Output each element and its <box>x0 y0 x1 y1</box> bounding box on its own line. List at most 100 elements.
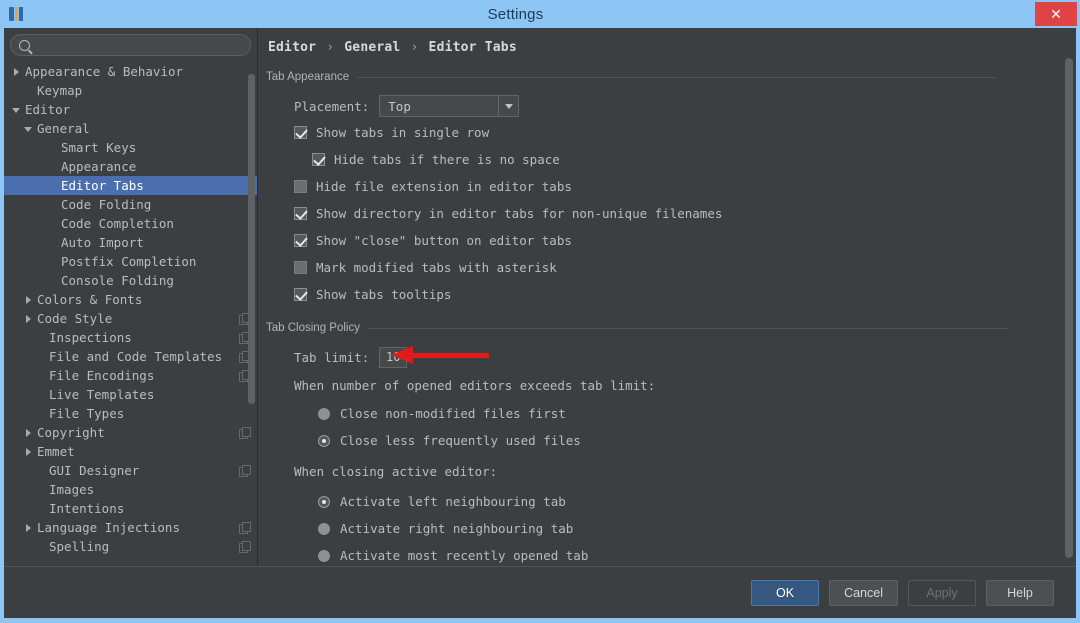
section-title-tab-closing-policy: Tab Closing Policy <box>266 322 360 334</box>
sidebar-item-live-templates[interactable]: Live Templates <box>4 385 257 404</box>
sidebar-item-appearance[interactable]: Appearance <box>4 157 257 176</box>
tab-limit-input[interactable]: 10 <box>379 346 408 368</box>
closing-radio-group: Activate left neighbouring tab Activate r… <box>266 488 1058 566</box>
sidebar-item-file-encodings[interactable]: File Encodings <box>4 366 257 385</box>
sidebar-item-console-folding[interactable]: Console Folding <box>4 271 257 290</box>
checkbox-row[interactable]: Hide tabs if there is no space <box>266 146 1058 173</box>
sidebar-item-spelling[interactable]: Spelling <box>4 537 257 556</box>
checkbox-checked-icon[interactable] <box>294 207 307 220</box>
sidebar-item-keymap[interactable]: Keymap <box>4 81 257 100</box>
cancel-button[interactable]: Cancel <box>829 579 898 606</box>
copy-icon <box>239 522 251 534</box>
sidebar-item-language-injections[interactable]: Language Injections <box>4 518 257 537</box>
closing-label-row: When closing active editor: <box>266 454 1058 488</box>
sidebar-item-inspections[interactable]: Inspections <box>4 328 257 347</box>
exceeds-radio-group: Close non-modified files first Close less… <box>266 400 1058 454</box>
sidebar-scrollbar[interactable] <box>248 74 255 404</box>
sidebar-item-auto-import[interactable]: Auto Import <box>4 233 257 252</box>
checkbox-checked-icon[interactable] <box>312 153 325 166</box>
sidebar-item-editor[interactable]: Editor <box>4 100 257 119</box>
sidebar-item-file-types[interactable]: File Types <box>4 404 257 423</box>
sidebar-item-copyright[interactable]: Copyright <box>4 423 257 442</box>
sidebar-item-code-style[interactable]: Code Style <box>4 309 257 328</box>
sidebar-item-label: File Encodings <box>49 368 155 383</box>
copy-icon <box>239 541 251 553</box>
checkbox-row[interactable]: Mark modified tabs with asterisk <box>266 254 1058 281</box>
sidebar-item-colors-fonts[interactable]: Colors & Fonts <box>4 290 257 309</box>
radio-row[interactable]: Close non-modified files first <box>266 400 1058 427</box>
checkbox-row[interactable]: Show tabs tooltips <box>266 281 1058 308</box>
sidebar-item-label: Code Completion <box>61 216 174 231</box>
chevron-right-icon[interactable] <box>24 447 34 457</box>
checkbox-unchecked-icon[interactable] <box>294 261 307 274</box>
checkbox-unchecked-icon[interactable] <box>294 180 307 193</box>
breadcrumb-part-editor[interactable]: Editor <box>268 40 316 55</box>
chevron-right-icon[interactable] <box>24 523 34 533</box>
radio-unselected-icon[interactable] <box>318 407 330 420</box>
radio-label: Activate left neighbouring tab <box>340 494 566 509</box>
checkbox-label: Show tabs in single row <box>316 125 490 140</box>
sidebar-item-file-and-code-templates[interactable]: File and Code Templates <box>4 347 257 366</box>
sidebar-item-code-completion[interactable]: Code Completion <box>4 214 257 233</box>
content-scrollbar[interactable] <box>1065 58 1073 558</box>
checkbox-label: Hide tabs if there is no space <box>334 152 560 167</box>
breadcrumb-part-general[interactable]: General <box>344 40 400 55</box>
help-button[interactable]: Help <box>986 579 1054 606</box>
radio-selected-icon[interactable] <box>318 495 330 508</box>
radio-selected-icon[interactable] <box>318 434 330 447</box>
sidebar-item-appearance-behavior[interactable]: Appearance & Behavior <box>4 62 257 81</box>
ok-button[interactable]: OK <box>751 579 820 606</box>
radio-row[interactable]: Activate left neighbouring tab <box>266 488 1058 515</box>
intellij-logo-icon <box>6 4 26 24</box>
sidebar-item-intentions[interactable]: Intentions <box>4 499 257 518</box>
search-box[interactable] <box>10 34 251 56</box>
sidebar-item-general[interactable]: General <box>4 119 257 138</box>
checkbox-row[interactable]: Show directory in editor tabs for non-un… <box>266 200 1058 227</box>
radio-row[interactable]: Activate most recently opened tab <box>266 542 1058 566</box>
radio-row[interactable]: Activate right neighbouring tab <box>266 515 1058 542</box>
sidebar-item-label: Editor <box>25 102 71 117</box>
checkbox-row[interactable]: Show "close" button on editor tabs <box>266 227 1058 254</box>
tab-appearance-checkboxes: Show tabs in single row Hide tabs if ther… <box>266 119 1058 308</box>
sidebar-item-emmet[interactable]: Emmet <box>4 442 257 461</box>
checkbox-checked-icon[interactable] <box>294 288 307 301</box>
copy-icon <box>239 427 251 439</box>
radio-row[interactable]: Close less frequently used files <box>266 427 1058 454</box>
chevron-right-icon[interactable] <box>24 295 34 305</box>
chevron-down-icon[interactable] <box>24 124 34 134</box>
window-title: Settings <box>487 5 544 23</box>
chevron-down-icon[interactable] <box>12 105 22 115</box>
sidebar-item-smart-keys[interactable]: Smart Keys <box>4 138 257 157</box>
sidebar-item-label: Appearance & Behavior <box>25 64 184 79</box>
checkbox-checked-icon[interactable] <box>294 126 307 139</box>
radio-label: Close less frequently used files <box>340 433 581 448</box>
checkbox-checked-icon[interactable] <box>294 234 307 247</box>
sidebar-item-images[interactable]: Images <box>4 480 257 499</box>
checkbox-row[interactable]: Show tabs in single row <box>266 119 1058 146</box>
checkbox-row[interactable]: Hide file extension in editor tabs <box>266 173 1058 200</box>
sidebar-item-label: Images <box>49 482 95 497</box>
chevron-right-icon[interactable] <box>24 428 34 438</box>
sidebar-item-postfix-completion[interactable]: Postfix Completion <box>4 252 257 271</box>
search-input[interactable] <box>36 38 242 52</box>
chevron-right-icon[interactable] <box>12 67 22 77</box>
radio-unselected-icon[interactable] <box>318 549 330 562</box>
settings-sidebar: Appearance & Behavior Keymap Editor General… <box>4 28 258 566</box>
sidebar-item-label: File and Code Templates <box>49 349 223 364</box>
close-icon[interactable]: ✕ <box>1035 2 1077 26</box>
placement-select[interactable]: Top <box>379 95 520 117</box>
chevron-down-icon[interactable] <box>498 96 518 116</box>
placement-row: Placement: Top <box>266 93 1058 119</box>
radio-unselected-icon[interactable] <box>318 522 330 535</box>
sidebar-item-label: Spelling <box>49 539 110 554</box>
chevron-right-icon[interactable] <box>24 314 34 324</box>
sidebar-item-code-folding[interactable]: Code Folding <box>4 195 257 214</box>
sidebar-item-gui-designer[interactable]: GUI Designer <box>4 461 257 480</box>
settings-tree[interactable]: Appearance & Behavior Keymap Editor General… <box>4 60 257 566</box>
sidebar-item-editor-tabs[interactable]: Editor Tabs <box>4 176 257 195</box>
